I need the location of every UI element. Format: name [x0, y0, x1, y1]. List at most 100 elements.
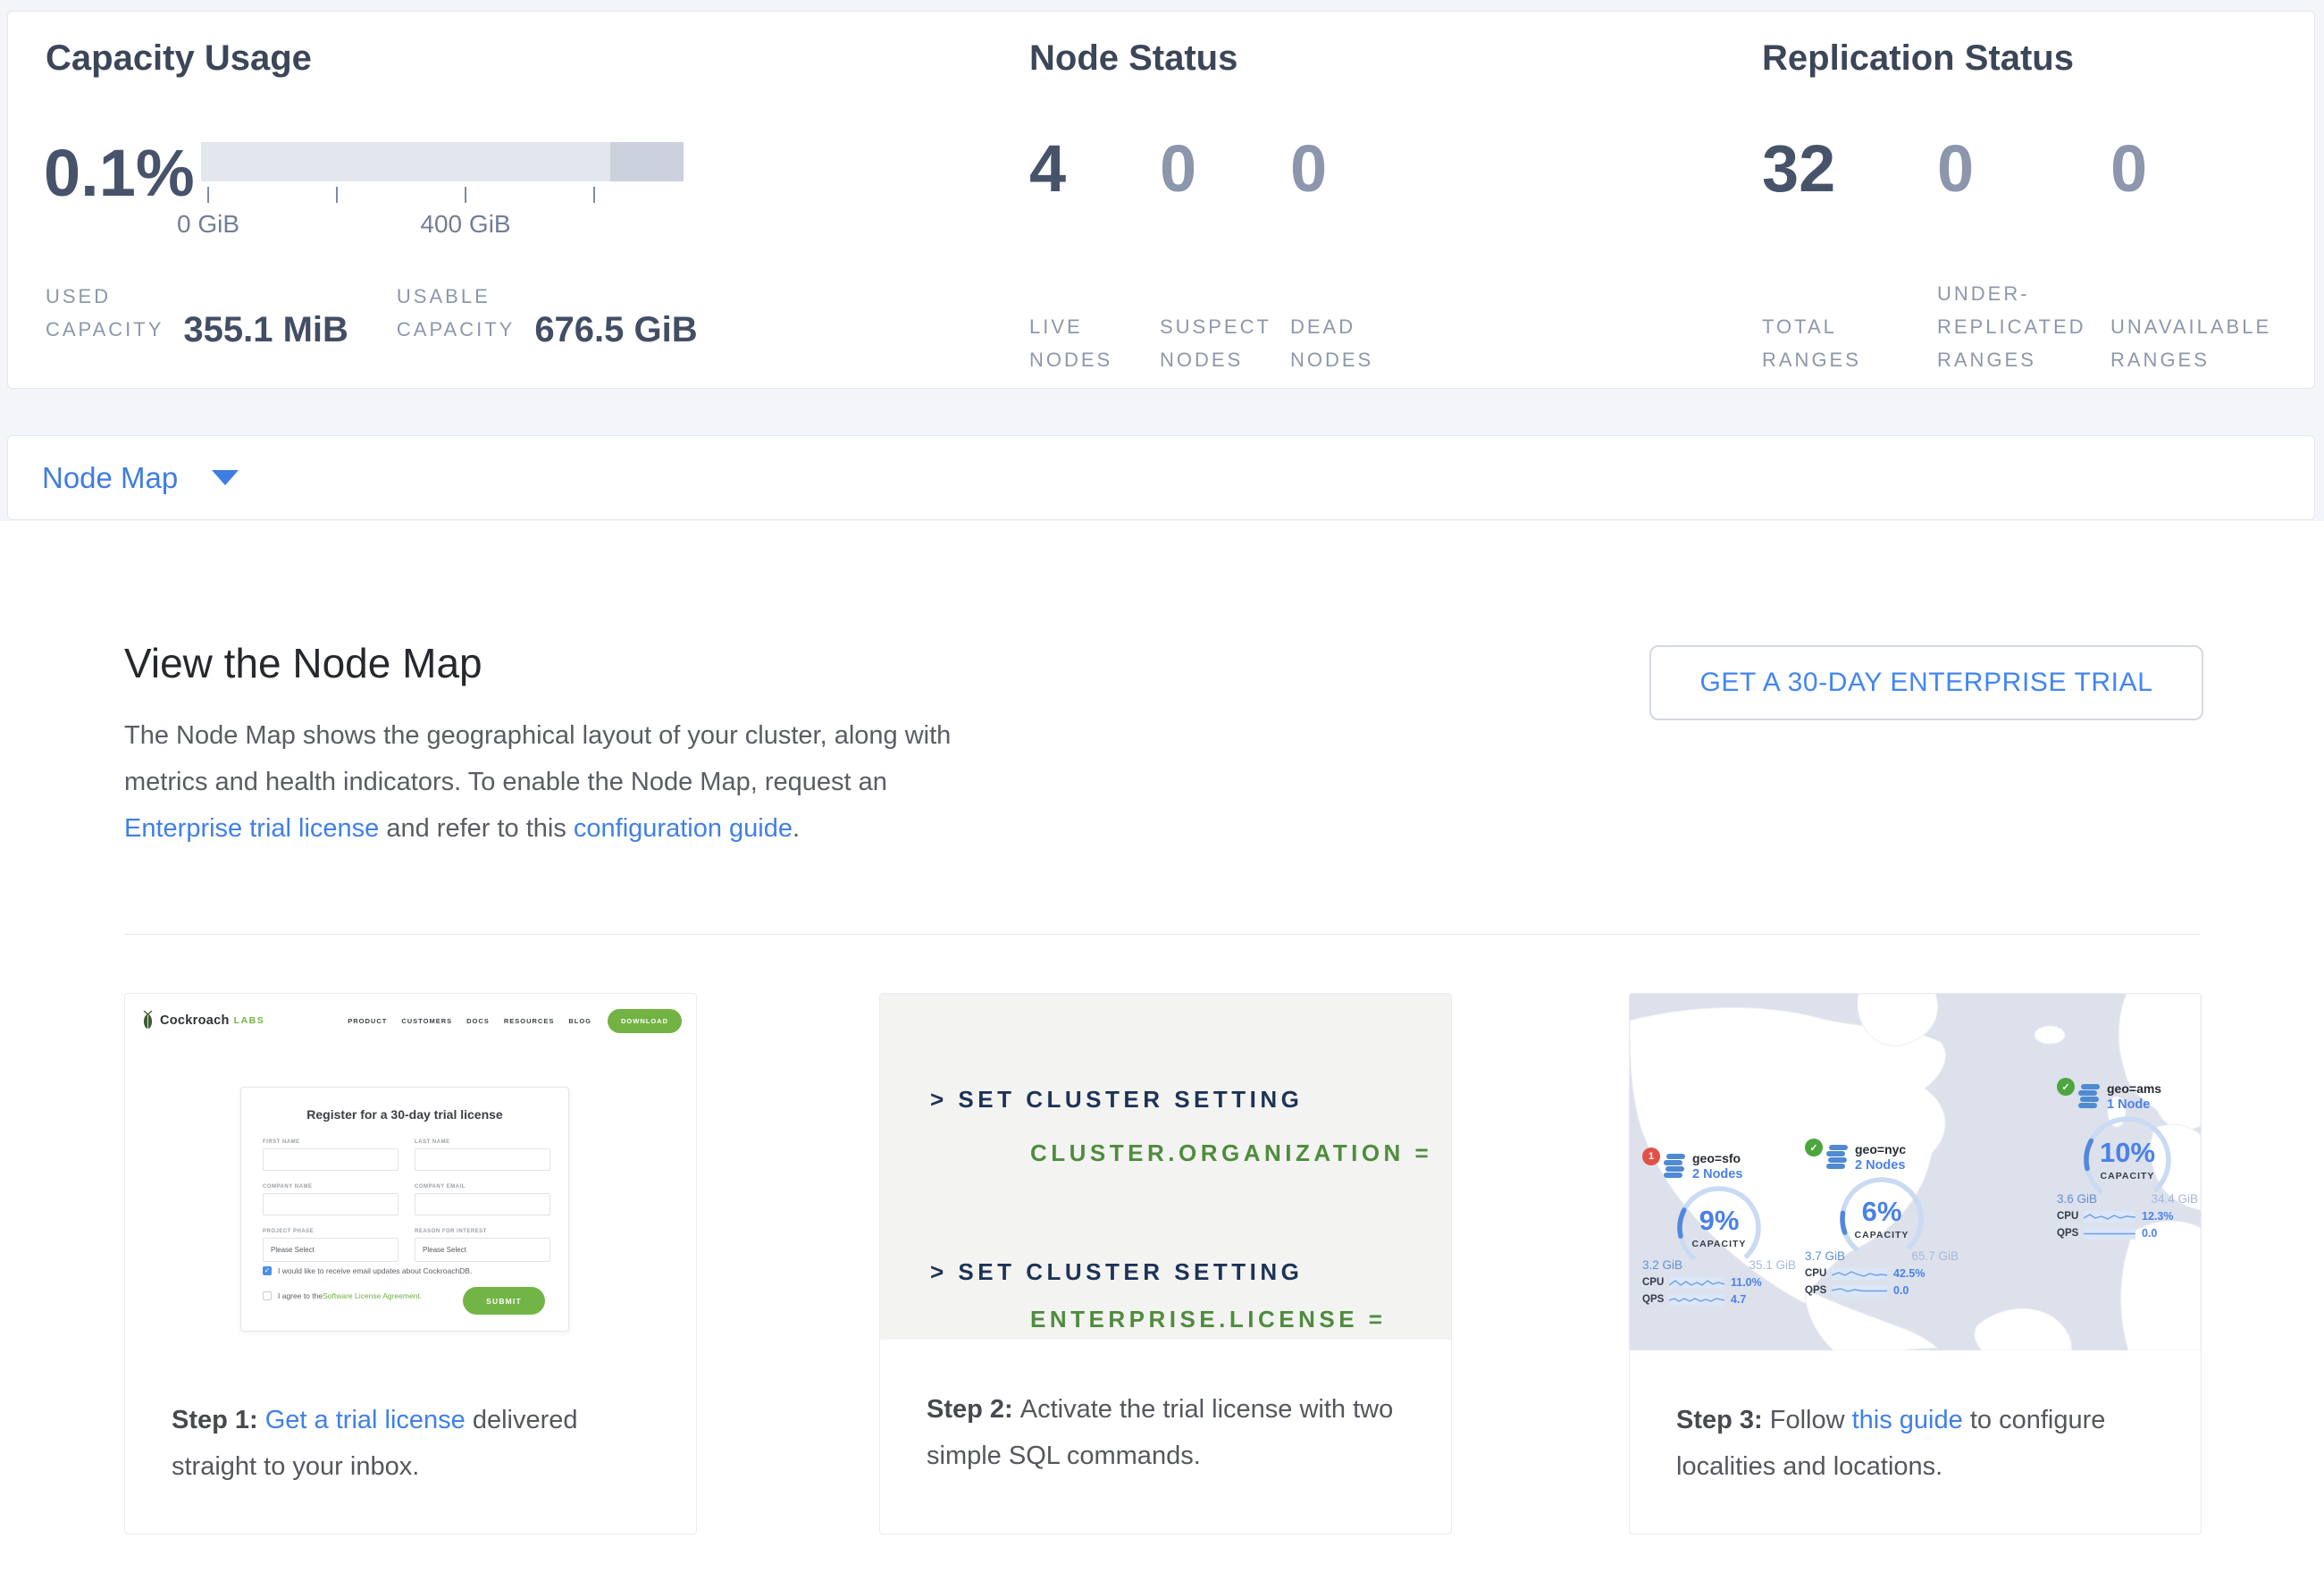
locality-ams: ✓ geo=ams 1 Node 10% CAPACITY [2057, 1081, 2198, 1240]
mini-field-reason: REASON FOR INTEREST Please Select [415, 1229, 550, 1262]
mini-form-title: Register for a 30-day trial license [241, 1107, 568, 1122]
dead-nodes-value: 0 [1290, 135, 1424, 203]
mini-field-project-phase: PROJECT PHASE Please Select [263, 1229, 399, 1262]
node-map-preview: 1 geo=sfo 2 Nodes 9% CAPACITY [1630, 994, 2201, 1350]
step2-label: Step 2: [927, 1395, 1020, 1424]
database-stack-icon [1663, 1154, 1686, 1179]
chevron-down-icon [212, 470, 239, 485]
mini-checkbox-updates: ✓ I would like to receive email updates … [263, 1266, 472, 1275]
cpu-value: 42.5% [1893, 1267, 1925, 1280]
capacity-percent: 9% [1674, 1205, 1764, 1237]
capacity-percent: 10% [2081, 1137, 2174, 1169]
mini-checkbox-text: I would like to receive email updates ab… [278, 1266, 472, 1275]
qps-sparkline-icon [2084, 1228, 2135, 1240]
capacity-caption: CAPACITY [1837, 1230, 1926, 1240]
mini-text-input [415, 1193, 550, 1215]
step3-label: Step 3: [1676, 1406, 1770, 1434]
mini-download-button: DOWNLOAD [608, 1009, 682, 1033]
capacity-gauge: 6% CAPACITY [1837, 1174, 1926, 1264]
usable-capacity-label: USABLE CAPACITY [397, 280, 515, 346]
dead-nodes-stat: 0 DEAD NODES [1290, 135, 1424, 376]
node-map-dropdown[interactable]: Node Map [7, 435, 2315, 520]
mini-text-input [263, 1148, 399, 1171]
qps-value: 0.0 [1893, 1284, 1909, 1297]
dead-nodes-label: DEAD NODES [1290, 310, 1424, 376]
qps-label: QPS [2057, 1228, 2082, 1239]
database-stack-icon [1825, 1145, 1849, 1170]
locality-node-count: 1 Node [2107, 1097, 2161, 1114]
mini-field-company-email: COMPANY EMAIL [415, 1184, 550, 1215]
locality-name: geo=nyc [1855, 1142, 1906, 1157]
locality-node-count: 2 Nodes [1692, 1166, 1742, 1183]
configuration-guide-link[interactable]: configuration guide [574, 814, 793, 843]
capacity-percent: 6% [1837, 1196, 1926, 1228]
used-capacity-value: 355.1 MiB [183, 310, 348, 350]
under-replicated-label: UNDER- REPLICATED RANGES [1937, 277, 2110, 376]
locality-node-count: 2 Nodes [1855, 1157, 1906, 1174]
total-ranges-value: 32 [1762, 135, 1937, 203]
step3-card: 1 geo=sfo 2 Nodes 9% CAPACITY [1629, 993, 2202, 1534]
live-nodes-label: LIVE NODES [1029, 310, 1160, 376]
under-replicated-stat: 0 UNDER- REPLICATED RANGES [1937, 135, 2110, 376]
cpu-label: CPU [1642, 1277, 1667, 1288]
mini-select: Please Select [263, 1238, 399, 1262]
mini-field-label: PROJECT PHASE [263, 1229, 399, 1234]
step2-text: Step 2: Activate the trial license with … [880, 1340, 1451, 1534]
cpu-sparkline-icon [1669, 1277, 1724, 1289]
capacity-gauge: 10% CAPACITY [2081, 1114, 2174, 1206]
mini-field-label: COMPANY NAME [263, 1184, 399, 1190]
mini-nav-customers: CUSTOMERS [401, 1017, 452, 1025]
cpu-value: 12.3% [2142, 1210, 2173, 1223]
mini-site-brand-suffix: LABS [234, 1015, 265, 1026]
usable-capacity-value: 676.5 GiB [534, 310, 697, 350]
mini-field-label: LAST NAME [415, 1139, 550, 1145]
capacity-bar [201, 142, 684, 181]
used-capacity-label: USED CAPACITY [46, 280, 164, 346]
capacity-tick [336, 187, 338, 203]
mini-site-header: Cockroach LABS PRODUCT CUSTOMERS DOCS RE… [141, 1006, 682, 1035]
suspect-nodes-stat: 0 SUSPECT NODES [1160, 135, 1290, 376]
locality-nyc: ✓ geo=nyc 2 Nodes 6% CAPACITY [1805, 1142, 1959, 1297]
replication-status-stats: 32 TOTAL RANGES 0 UNDER- REPLICATED RANG… [1762, 135, 2289, 376]
mini-field-first-name: FIRST NAME [263, 1139, 399, 1171]
mini-field-last-name: LAST NAME [415, 1139, 550, 1171]
locality-name: geo=ams [2107, 1081, 2161, 1097]
section-divider [124, 934, 2201, 935]
live-nodes-stat: 4 LIVE NODES [1029, 135, 1160, 376]
unavailable-ranges-value: 0 [2110, 135, 2289, 203]
locality-name: geo=sfo [1692, 1151, 1742, 1166]
get-enterprise-trial-button[interactable]: GET A 30-DAY ENTERPRISE TRIAL [1649, 645, 2203, 720]
cpu-sparkline-icon [2084, 1211, 2135, 1223]
capacity-tick [465, 187, 466, 203]
step1-card: Cockroach LABS PRODUCT CUSTOMERS DOCS RE… [124, 993, 697, 1534]
description-text: The Node Map shows the geographical layo… [124, 721, 951, 796]
qps-value: 4.7 [1731, 1293, 1746, 1306]
cluster-summary-panel: Capacity Usage 0.1% 0 GiB 400 GiB USED C… [7, 11, 2315, 389]
live-nodes-value: 4 [1029, 135, 1160, 203]
step1-text: Step 1: Get a trial license delivered st… [125, 1350, 696, 1534]
mini-nav-blog: BLOG [568, 1017, 591, 1025]
get-trial-license-link[interactable]: Get a trial license [265, 1406, 466, 1434]
qps-value: 0.0 [2142, 1227, 2157, 1240]
mini-field-label: FIRST NAME [263, 1139, 399, 1145]
capacity-caption: CAPACITY [2081, 1171, 2174, 1181]
enterprise-trial-license-link[interactable]: Enterprise trial license [124, 814, 379, 843]
description-text: . [793, 814, 800, 843]
sql-line-3: > SET CLUSTER SETTING [930, 1258, 1303, 1286]
this-guide-link[interactable]: this guide [1852, 1406, 1963, 1434]
step3-body: Follow [1770, 1406, 1852, 1434]
page-title: View the Node Map [124, 639, 482, 687]
under-replicated-value: 0 [1937, 135, 2110, 203]
mini-site-brand: Cockroach [160, 1013, 230, 1028]
locality-sfo: 1 geo=sfo 2 Nodes 9% CAPACITY [1642, 1151, 1796, 1306]
mini-field-company-name: COMPANY NAME [263, 1184, 399, 1215]
sql-commands-panel: > SET CLUSTER SETTING CLUSTER.ORGANIZATI… [880, 994, 1451, 1340]
capacity-used-percent: 0.1% [44, 135, 195, 211]
error-badge-icon: 1 [1642, 1148, 1660, 1165]
capacity-tick-label-400: 400 GiB [420, 210, 510, 239]
total-ranges-stat: 32 TOTAL RANGES [1762, 135, 1937, 376]
mini-registration-form: Register for a 30-day trial license FIRS… [240, 1087, 569, 1332]
node-map-dropdown-label: Node Map [42, 461, 178, 495]
cpu-sparkline-icon [1832, 1268, 1887, 1280]
unchecked-checkbox-icon [263, 1291, 272, 1300]
